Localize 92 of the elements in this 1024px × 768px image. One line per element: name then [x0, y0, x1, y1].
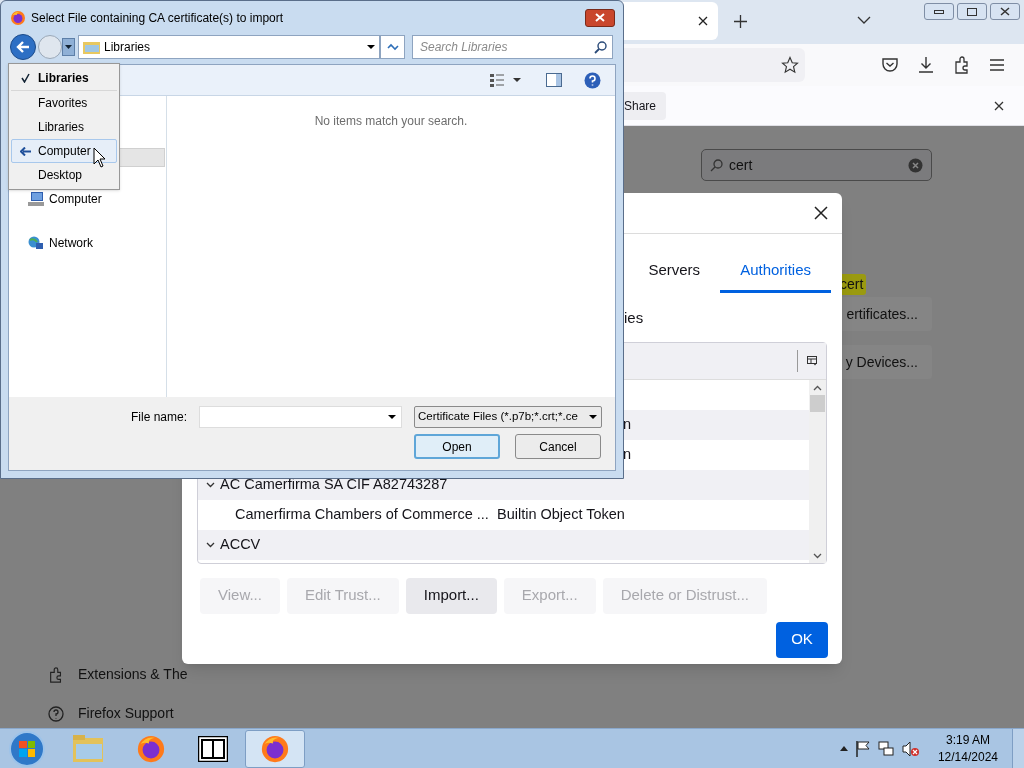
- network-icon: [28, 235, 44, 251]
- history-dropdown-button[interactable]: [62, 38, 75, 56]
- firefox-icon: [10, 9, 26, 26]
- close-icon[interactable]: [814, 206, 828, 220]
- search-icon: [710, 158, 723, 172]
- help-icon[interactable]: [584, 71, 601, 89]
- empty-message: No items match your search.: [314, 113, 468, 130]
- tab[interactable]: Authorities: [720, 251, 831, 293]
- address-text: Libraries: [104, 39, 151, 56]
- dialog-button[interactable]: Import...: [405, 577, 497, 614]
- close-button[interactable]: [585, 8, 615, 27]
- clear-icon[interactable]: [908, 157, 923, 173]
- refresh-icon: [385, 41, 400, 53]
- star-icon[interactable]: [781, 56, 799, 74]
- window-title: Select File containing CA certificate(s) to import: [31, 9, 284, 27]
- scrollbar[interactable]: [809, 379, 826, 563]
- security-device: Builtin Object Token: [497, 504, 625, 524]
- sidebar-link[interactable]: Firefox Support: [78, 703, 174, 724]
- scroll-down-icon[interactable]: [813, 552, 822, 559]
- caret-icon[interactable]: [388, 415, 396, 419]
- restore-button[interactable]: [957, 3, 987, 20]
- address-field[interactable]: Libraries: [78, 35, 380, 59]
- sidebar-link[interactable]: Extensions & The: [78, 664, 188, 685]
- chevron-down-icon[interactable]: [857, 16, 871, 25]
- issuer-name[interactable]: ACCV: [220, 533, 261, 556]
- network-icon[interactable]: [877, 740, 894, 757]
- chevron-down-icon[interactable]: [206, 480, 215, 489]
- start-button[interactable]: [9, 730, 45, 767]
- back-button[interactable]: [10, 34, 36, 60]
- close-icon: [595, 13, 605, 22]
- certificate-name: n: [623, 414, 632, 434]
- menu-item[interactable]: Libraries: [11, 115, 117, 139]
- minimize-button[interactable]: [924, 3, 954, 20]
- chevron-down-icon[interactable]: [206, 540, 215, 549]
- caret-icon: [589, 415, 597, 419]
- table-row[interactable]: ACCV: [198, 529, 809, 560]
- tab[interactable]: Servers: [628, 251, 721, 293]
- file-type-select[interactable]: Certificate Files (*.p7b;*.crt;*.ce: [414, 406, 602, 428]
- view-options-icon[interactable]: [489, 72, 505, 88]
- caret-icon[interactable]: [513, 78, 521, 82]
- dialog-button[interactable]: Cancel: [515, 434, 601, 459]
- help-icon: [48, 705, 64, 722]
- search-value: cert: [729, 155, 753, 175]
- nav-item[interactable]: Computer: [49, 190, 102, 208]
- mouse-pointer-icon: [93, 147, 106, 168]
- flag-icon[interactable]: [855, 740, 870, 757]
- dialog-button[interactable]: Open: [414, 434, 500, 459]
- firefox-icon: [260, 733, 290, 764]
- caption-text: ies: [624, 308, 645, 328]
- puzzle-icon[interactable]: [953, 56, 971, 74]
- plus-icon[interactable]: [734, 15, 747, 28]
- menu-item[interactable]: Desktop: [11, 163, 117, 187]
- pocket-icon[interactable]: [881, 56, 899, 74]
- puzzle-icon: [48, 666, 64, 683]
- certificate-name[interactable]: Camerfirma Chambers of Commerce ...: [235, 503, 497, 526]
- search-icon: [594, 40, 607, 54]
- search-field[interactable]: cert: [701, 149, 932, 181]
- clock-date: 12/14/2024: [937, 748, 998, 766]
- search-input[interactable]: Search Libraries: [420, 38, 580, 56]
- menu-icon[interactable]: [989, 58, 1005, 72]
- close-button[interactable]: [990, 3, 1020, 20]
- file-name-field[interactable]: [199, 406, 402, 428]
- clock-time: 3:19 AM: [945, 731, 990, 749]
- menu-item[interactable]: Libraries: [11, 66, 117, 90]
- file-type-text: Certificate Files (*.p7b;*.crt;*.ce: [418, 409, 578, 425]
- computer-icon: [28, 191, 44, 207]
- ok-button[interactable]: OK: [776, 621, 828, 658]
- left-arrow-icon: [16, 41, 30, 53]
- preview-pane-icon[interactable]: [546, 73, 562, 87]
- nav-item[interactable]: Network: [49, 234, 93, 252]
- certificate-name: n: [623, 444, 632, 464]
- refresh-button[interactable]: [380, 35, 405, 59]
- folder-icon: [73, 734, 105, 763]
- check-icon: [20, 73, 30, 83]
- menu-item[interactable]: Favorites: [11, 91, 117, 115]
- file-name-label: File name:: [131, 409, 189, 426]
- archive-app-icon: [198, 735, 228, 762]
- download-icon[interactable]: [917, 56, 935, 74]
- menu-item[interactable]: Computer: [11, 139, 117, 163]
- folder-icon: [83, 40, 101, 54]
- search-field[interactable]: Search Libraries: [412, 35, 613, 59]
- close-icon[interactable]: [698, 16, 708, 26]
- show-hidden-icons-icon[interactable]: [839, 746, 848, 751]
- left-arrow-icon: [19, 146, 31, 156]
- close-icon: [1000, 7, 1010, 16]
- scrollbar-thumb[interactable]: [810, 394, 825, 412]
- firefox-icon: [136, 733, 166, 764]
- muted-speaker-icon[interactable]: [901, 740, 920, 757]
- clock[interactable]: 3:19 AM 12/14/2024: [937, 731, 998, 766]
- scroll-up-icon[interactable]: [813, 384, 822, 391]
- close-icon[interactable]: [994, 100, 1004, 111]
- column-picker-icon[interactable]: [807, 355, 818, 366]
